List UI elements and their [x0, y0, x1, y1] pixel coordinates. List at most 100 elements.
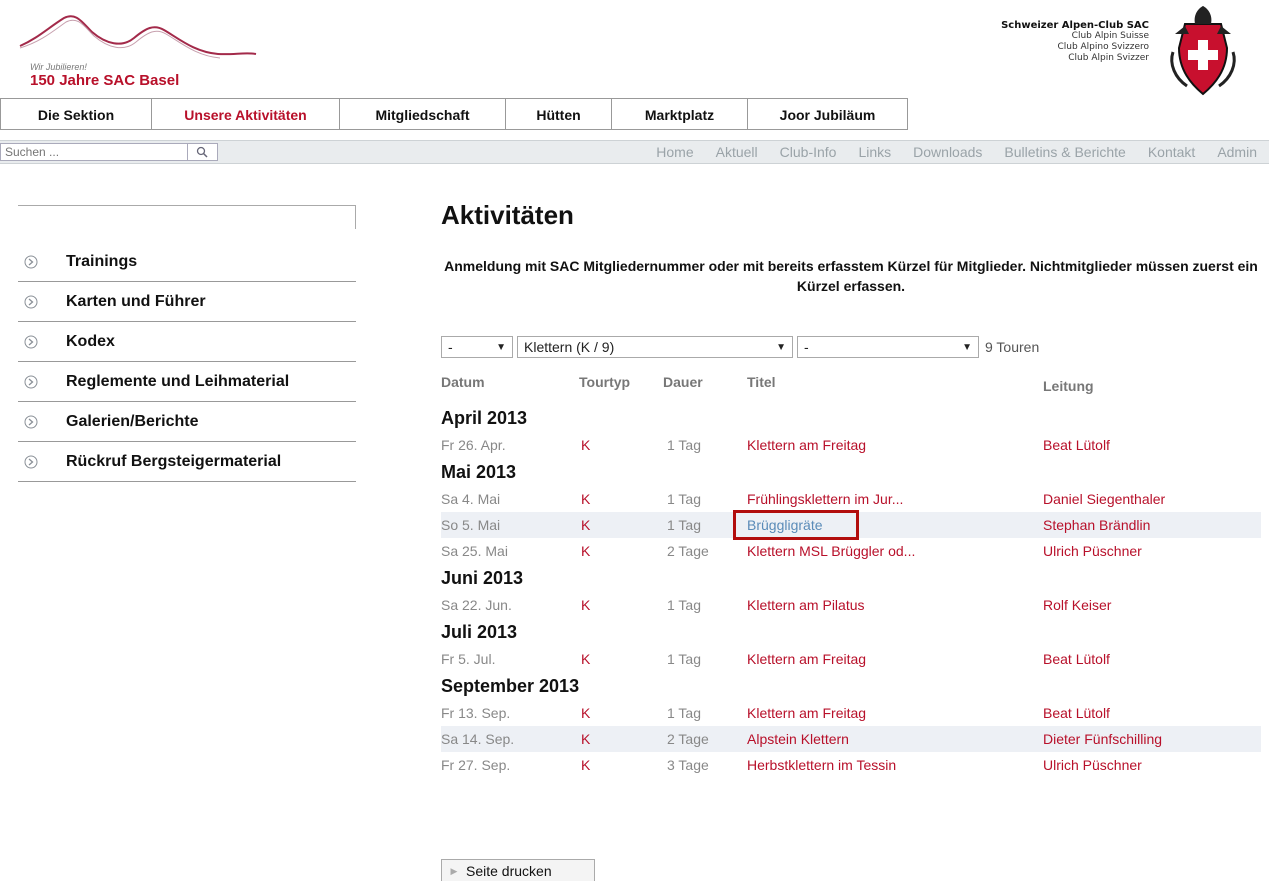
sidebar-item-galerien-berichte[interactable]: Galerien/Berichte: [18, 402, 356, 442]
page-title: Aktivitäten: [441, 200, 574, 230]
sac-crest-icon: [1170, 6, 1236, 96]
row-leader-link[interactable]: Ulrich Püschner: [1043, 543, 1142, 559]
row-dauer: 1 Tag: [667, 651, 701, 667]
play-arrow-icon: ▶: [450, 865, 458, 876]
row-leader-link[interactable]: Rolf Keiser: [1043, 597, 1111, 613]
row-dauer: 3 Tage: [667, 757, 709, 773]
row-dauer: 1 Tag: [667, 705, 701, 721]
row-title-link[interactable]: Klettern am Freitag: [747, 437, 866, 453]
table-row: Fr 26. Apr. K 1 Tag Klettern am Freitag …: [441, 432, 1261, 458]
sublink-bulletins-berichte[interactable]: Bulletins & Berichte: [1004, 144, 1125, 160]
header-titel[interactable]: Titel: [747, 374, 776, 390]
nav-tab-unsere-aktivitaeten[interactable]: Unsere Aktivitäten: [152, 98, 340, 130]
nav-tab-huetten[interactable]: Hütten: [506, 98, 612, 130]
row-leader-link[interactable]: Stephan Brändlin: [1043, 517, 1150, 533]
row-leader-link[interactable]: Dieter Fünfschilling: [1043, 731, 1162, 747]
nav-tab-die-sektion[interactable]: Die Sektion: [0, 98, 152, 130]
filter-select-1[interactable]: - ▼: [441, 336, 513, 358]
row-dauer: 1 Tag: [667, 437, 701, 453]
sublink-links[interactable]: Links: [858, 144, 891, 160]
row-tourtyp: K: [581, 597, 591, 613]
filter-select-tourtyp-value: Klettern (K / 9): [524, 339, 615, 355]
brand-line-3: Club Alpino Svizzero: [1057, 42, 1149, 52]
site-header: Wir Jubilieren! 150 Jahre SAC Basel Schw…: [0, 0, 1269, 100]
header-leitung[interactable]: Leitung: [1043, 378, 1094, 394]
sublink-home[interactable]: Home: [656, 144, 693, 160]
row-title-link[interactable]: Klettern MSL Brüggler od...: [747, 543, 915, 559]
sidebar-item-rueckruf[interactable]: Rückruf Bergsteigermaterial: [18, 442, 356, 482]
row-date: So 5. Mai: [441, 517, 501, 533]
row-dauer: 1 Tag: [667, 491, 701, 507]
row-leader-link[interactable]: Beat Lütolf: [1043, 437, 1110, 453]
sac-basel-logo[interactable]: Wir Jubilieren! 150 Jahre SAC Basel: [18, 8, 258, 90]
month-heading: Juli 2013: [441, 622, 518, 642]
main-content: Aktivitäten Anmeldung mit SAC Mitglieder…: [441, 200, 1261, 773]
sidebar-item-label: Karten und Führer: [66, 292, 206, 310]
sidebar-item-label: Kodex: [66, 332, 115, 350]
row-leader-link[interactable]: Beat Lütolf: [1043, 705, 1110, 721]
circle-arrow-right-icon: [18, 415, 66, 429]
table-row: Sa 22. Jun. K 1 Tag Klettern am Pilatus …: [441, 592, 1261, 618]
filter-select-tourtyp[interactable]: Klettern (K / 9) ▼: [517, 336, 793, 358]
search-box: [0, 143, 218, 161]
tour-count: 9 Touren: [985, 339, 1040, 355]
sublink-kontakt[interactable]: Kontakt: [1148, 144, 1195, 160]
row-title-link[interactable]: Klettern am Freitag: [747, 705, 866, 721]
row-tourtyp: K: [581, 757, 591, 773]
header-dauer[interactable]: Dauer: [663, 374, 703, 390]
sidebar-item-label: Galerien/Berichte: [66, 412, 199, 430]
row-leader-link[interactable]: Daniel Siegenthaler: [1043, 491, 1165, 507]
table-row: Fr 27. Sep. K 3 Tage Herbstklettern im T…: [441, 752, 1261, 778]
table-row: Sa 4. Mai K 1 Tag Frühlingsklettern im J…: [441, 486, 1261, 512]
table-header: Datum Tourtyp Dauer Titel Leitung: [441, 374, 1261, 394]
row-leader-link[interactable]: Ulrich Püschner: [1043, 757, 1142, 773]
row-tourtyp: K: [581, 543, 591, 559]
highlight-box: [733, 510, 859, 540]
print-page-button[interactable]: ▶ Seite drucken: [441, 859, 595, 881]
sublink-club-info[interactable]: Club-Info: [780, 144, 837, 160]
sidebar-top-box: [18, 205, 356, 229]
row-date: Sa 25. Mai: [441, 543, 508, 559]
row-dauer: 1 Tag: [667, 597, 701, 613]
row-leader-link[interactable]: Beat Lütolf: [1043, 651, 1110, 667]
row-title-link[interactable]: Klettern am Freitag: [747, 651, 866, 667]
row-title-link[interactable]: Frühlingsklettern im Jur...: [747, 491, 903, 507]
header-datum[interactable]: Datum: [441, 374, 485, 390]
row-title-link[interactable]: Klettern am Pilatus: [747, 597, 865, 613]
sub-links: Home Aktuell Club-Info Links Downloads B…: [634, 144, 1257, 160]
search-button[interactable]: [187, 144, 215, 160]
row-date: Fr 13. Sep.: [441, 705, 511, 721]
logo-subtitle: Wir Jubilieren!: [30, 62, 87, 72]
search-input[interactable]: [1, 144, 187, 160]
sublink-admin[interactable]: Admin: [1217, 144, 1257, 160]
nav-tab-joor-jubilaeum[interactable]: Joor Jubiläum: [748, 98, 908, 130]
sac-brand-text: Schweizer Alpen-Club SAC Club Alpin Suis…: [1001, 20, 1149, 64]
row-title-link[interactable]: Alpstein Klettern: [747, 731, 849, 747]
search-icon: [196, 146, 208, 158]
sidebar-item-kodex[interactable]: Kodex: [18, 322, 356, 362]
nav-tab-marktplatz[interactable]: Marktplatz: [612, 98, 748, 130]
filter-select-3[interactable]: - ▼: [797, 336, 979, 358]
table-row: Fr 13. Sep. K 1 Tag Klettern am Freitag …: [441, 700, 1261, 726]
row-date: Fr 26. Apr.: [441, 437, 506, 453]
circle-arrow-right-icon: [18, 255, 66, 269]
sub-navigation-bar: Home Aktuell Club-Info Links Downloads B…: [0, 140, 1269, 164]
sidebar-item-karten-und-fuehrer[interactable]: Karten und Führer: [18, 282, 356, 322]
sublink-downloads[interactable]: Downloads: [913, 144, 982, 160]
month-heading: April 2013: [441, 408, 528, 428]
row-date: Fr 5. Jul.: [441, 651, 496, 667]
month-heading: September 2013: [441, 676, 580, 696]
row-dauer: 2 Tage: [667, 731, 709, 747]
nav-tab-mitgliedschaft[interactable]: Mitgliedschaft: [340, 98, 506, 130]
header-tourtyp[interactable]: Tourtyp: [579, 374, 630, 390]
row-dauer: 2 Tage: [667, 543, 709, 559]
sublink-aktuell[interactable]: Aktuell: [716, 144, 758, 160]
logo-title: 150 Jahre SAC Basel: [30, 72, 180, 89]
row-title-link[interactable]: Herbstklettern im Tessin: [747, 757, 896, 773]
table-row: Sa 14. Sep. K 2 Tage Alpstein Klettern D…: [441, 726, 1261, 752]
sidebar-item-trainings[interactable]: Trainings: [18, 242, 356, 282]
brand-line-2: Club Alpin Suisse: [1071, 31, 1149, 41]
row-tourtyp: K: [581, 731, 591, 747]
row-date: Sa 22. Jun.: [441, 597, 512, 613]
sidebar-item-reglemente[interactable]: Reglemente und Leihmaterial: [18, 362, 356, 402]
